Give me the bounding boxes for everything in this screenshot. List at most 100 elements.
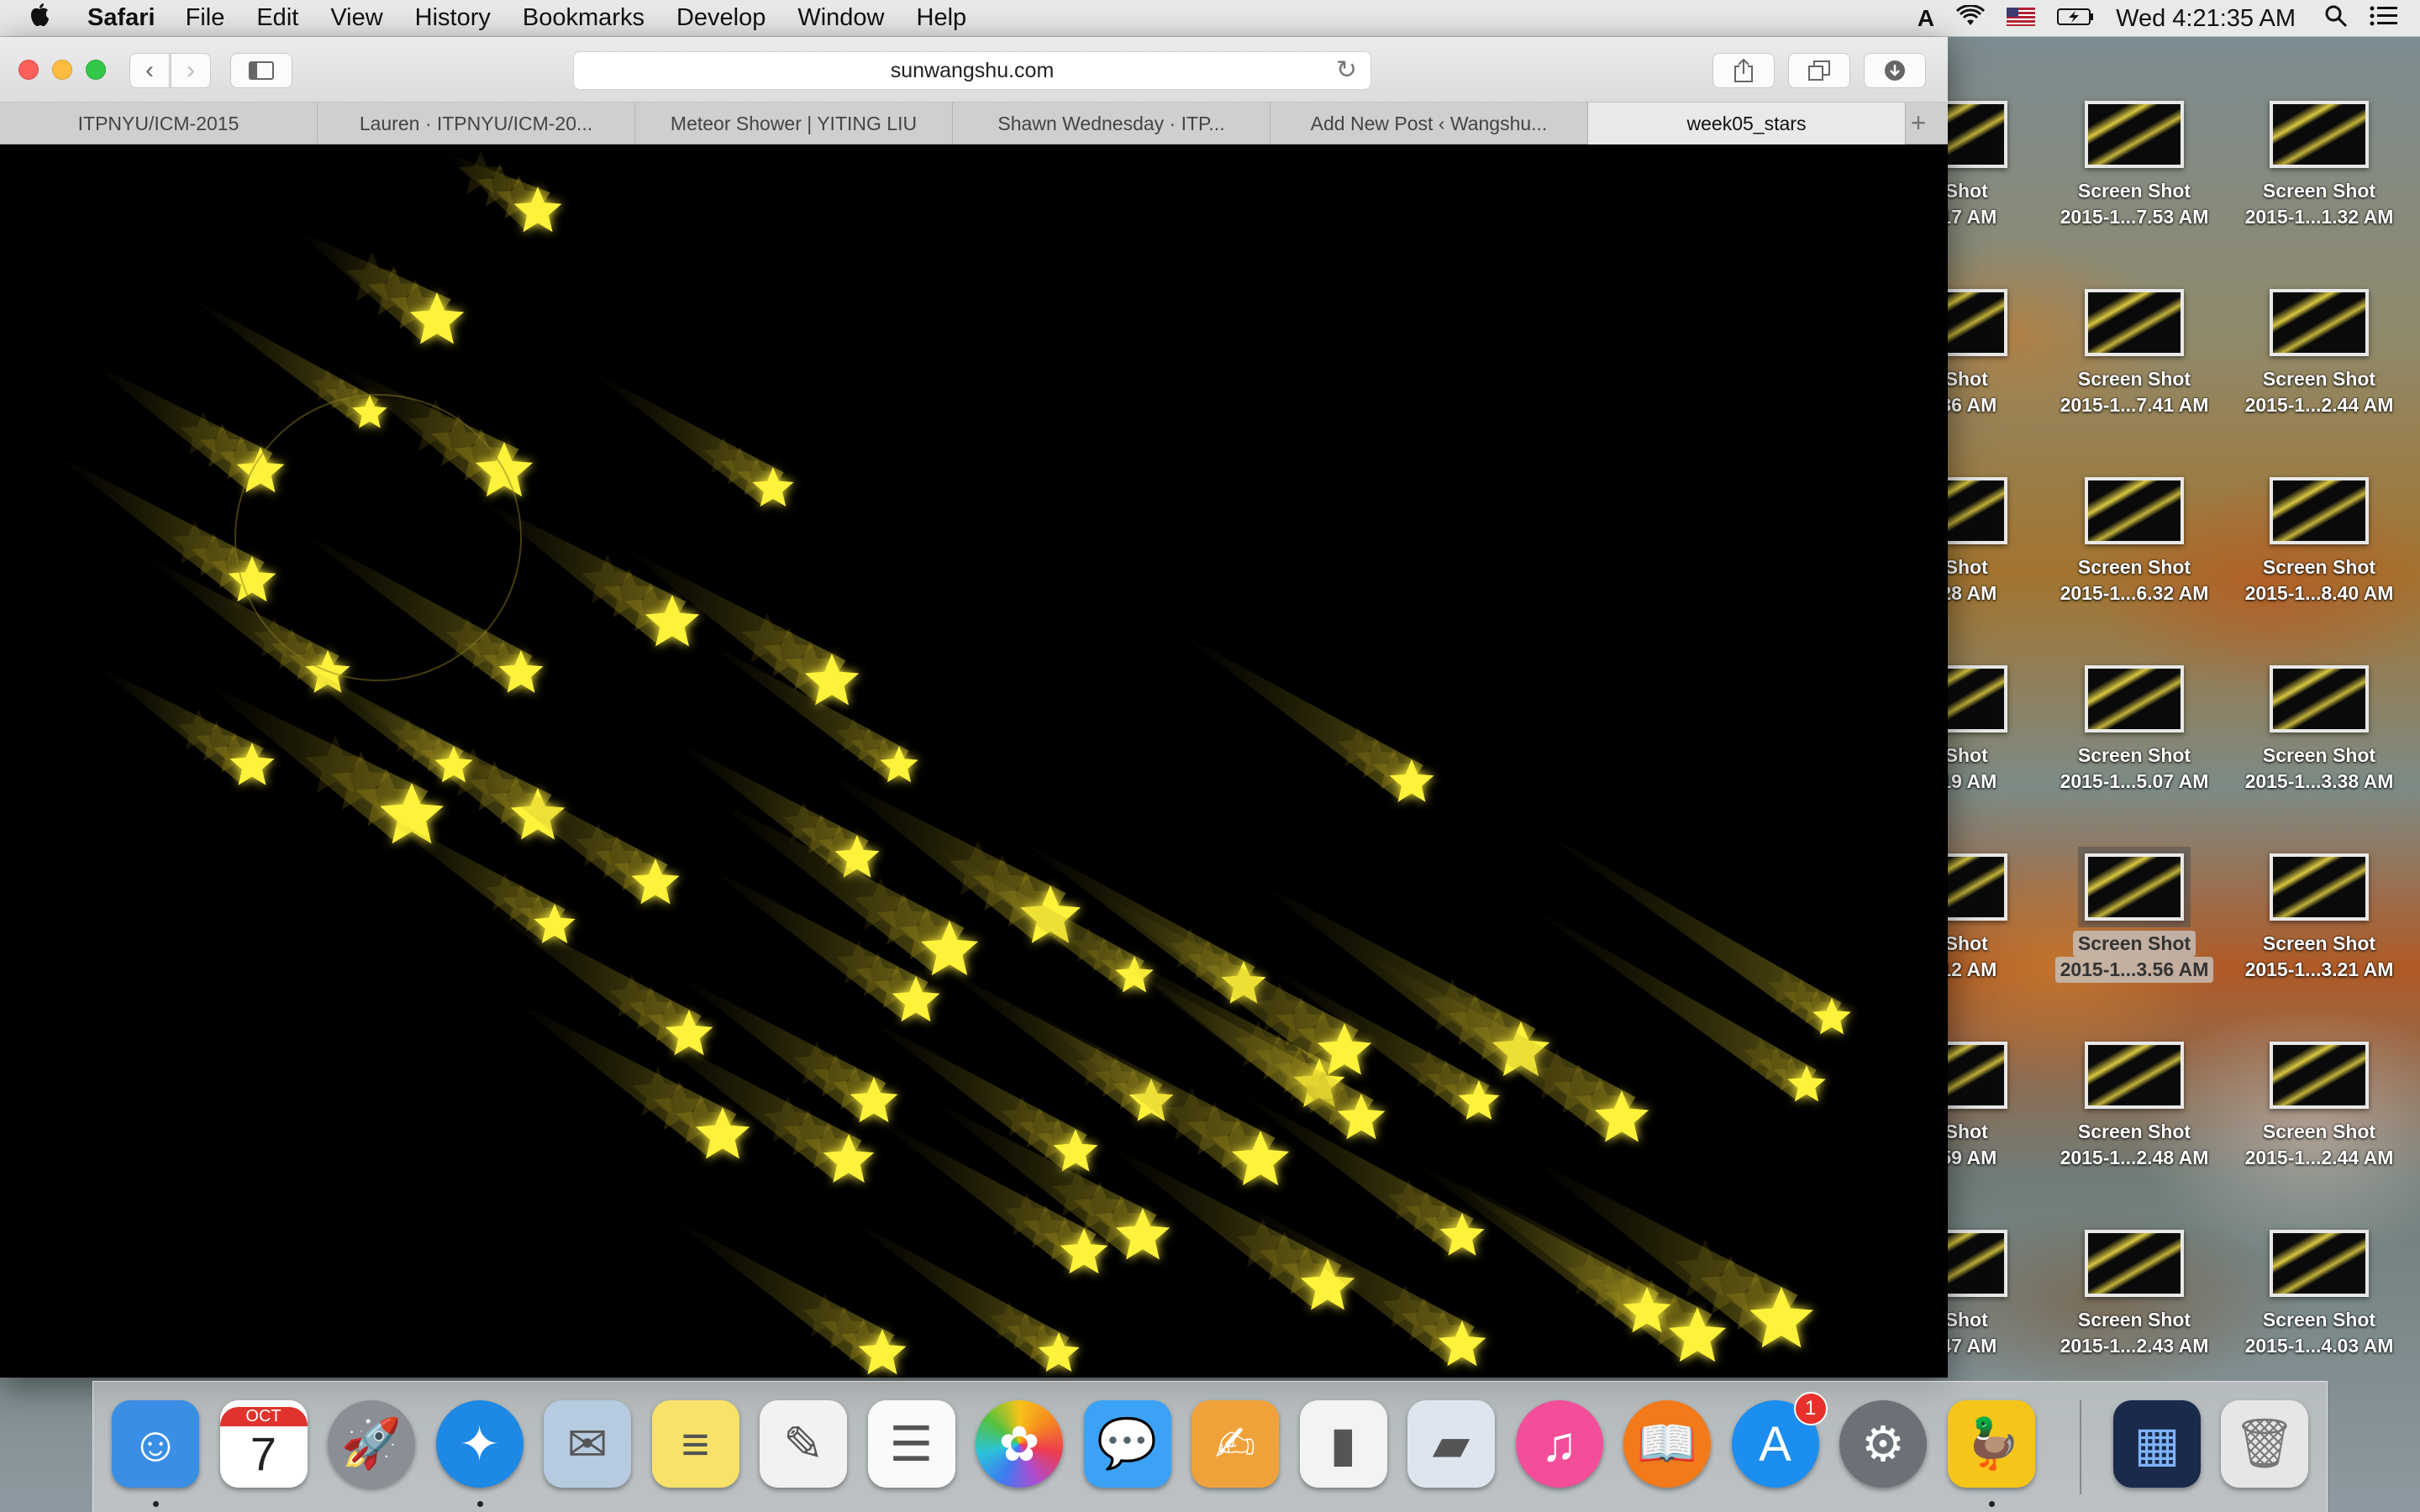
us-flag-icon[interactable] <box>2007 5 2036 32</box>
menu-view[interactable]: View <box>330 4 382 32</box>
file-name-line-1: Screen Shot <box>2077 744 2191 766</box>
desktop-screenshot-file[interactable]: Screen Shot 2015-1...5.07 AM <box>2042 630 2227 798</box>
spotlight-search-icon[interactable] <box>2324 4 2348 34</box>
running-indicator <box>476 1501 483 1507</box>
screenshot-thumbnail <box>2085 289 2184 356</box>
file-name-line-1: Screen Shot <box>2262 744 2376 766</box>
system-preferences-icon[interactable]: ⚙ <box>1839 1400 1927 1488</box>
show-all-tabs-button[interactable] <box>1788 53 1850 88</box>
tab-6-active[interactable]: week05_stars <box>1588 102 1906 144</box>
file-name-line-2: 2015-1...6.32 AM <box>2060 582 2209 604</box>
file-name-line-2: 2015-1...2.43 AM <box>2060 1335 2209 1357</box>
safari-icon[interactable]: ✦ <box>435 1400 523 1488</box>
desktop-screenshot-file[interactable]: Screen Shot 2015-1...8.40 AM <box>2227 442 2412 610</box>
sidebar-toggle-button[interactable] <box>230 53 292 88</box>
notification-center-icon[interactable] <box>2370 5 2398 33</box>
finder-icon[interactable]: ☺ <box>112 1400 199 1488</box>
desktop-screenshot-file[interactable]: Screen Shot 2015-1...7.53 AM <box>2042 66 2227 234</box>
itunes-icon[interactable]: ♫ <box>1515 1400 1603 1488</box>
menu-file[interactable]: File <box>186 4 225 32</box>
dock-separator <box>2080 1400 2081 1494</box>
chevron-right-icon: › <box>187 56 195 84</box>
menu-app-name[interactable]: Safari <box>87 4 155 32</box>
page-content[interactable] <box>0 144 1948 1378</box>
zoom-window-button[interactable] <box>86 60 106 80</box>
reminders-icon[interactable]: ☰ <box>867 1400 955 1488</box>
desktop-screenshot-file[interactable]: Screen Shot 2015-1...7.41 AM <box>2042 254 2227 422</box>
battery-icon[interactable] <box>2057 5 2094 32</box>
reload-icon[interactable]: ↻ <box>1336 55 1357 85</box>
file-name-line-2: 2015-1...2.44 AM <box>2244 394 2394 416</box>
calendar-icon[interactable]: OCT 7 <box>219 1400 308 1488</box>
wifi-icon[interactable] <box>1956 3 1986 33</box>
desktop-screenshot-file[interactable]: Screen Shot 2015-1...6.32 AM <box>2042 442 2227 610</box>
tab-3[interactable]: Meteor Shower | YITING LIU <box>635 102 953 144</box>
desktop-screenshot-file[interactable]: Screen Shot 2015-1...2.44 AM <box>2227 1006 2412 1174</box>
desktop-screenshot-file[interactable]: Screen Shot 2015-1...2.43 AM <box>2042 1194 2227 1362</box>
desktop-screenshot-file[interactable]: Screen Shot 2015-1...4.03 AM <box>2227 1194 2412 1362</box>
textedit-icon[interactable]: ✎ <box>760 1400 847 1488</box>
desktop-screenshot-file[interactable]: Screen Shot 2015-1...1.32 AM <box>2227 66 2412 234</box>
menu-clock[interactable]: Wed 4:21:35 AM <box>2116 5 2296 33</box>
thumbnail-stars-preview <box>2273 1233 2365 1294</box>
tab-4[interactable]: Shawn Wednesday · ITP... <box>953 102 1270 144</box>
desktop-screenshot-file[interactable]: Screen Shot 2015-1...3.38 AM <box>2227 630 2412 798</box>
menu-help[interactable]: Help <box>917 4 967 32</box>
menu-bar: Safari File Edit View History Bookmarks … <box>0 0 2420 37</box>
pages-icon[interactable]: ✍ <box>1192 1400 1279 1488</box>
file-name-line-2: 2015-1...7.41 AM <box>2060 394 2209 416</box>
share-button[interactable] <box>1712 53 1775 88</box>
ibooks-icon[interactable]: 📖 <box>1623 1400 1711 1488</box>
file-name-line-1: Screen Shot <box>2262 932 2376 954</box>
tab-bar: ITPNYU/ICM-2015 Lauren · ITPNYU/ICM-20..… <box>0 102 1948 144</box>
thumbnail-stars-preview <box>2088 669 2181 729</box>
running-indicator <box>153 1501 159 1507</box>
screenshot-thumbnail <box>2085 477 2184 544</box>
tab-1[interactable]: ITPNYU/ICM-2015 <box>0 102 318 144</box>
file-name-line-1: Screen Shot <box>2072 931 2196 957</box>
file-name-line-1: Screen Shot <box>2262 180 2376 202</box>
thumbnail-stars-preview <box>2273 480 2365 541</box>
apple-logo-icon[interactable] <box>29 3 71 34</box>
desktop-screenshot-file[interactable]: Screen Shot 2015-1...2.48 AM <box>2042 1006 2227 1174</box>
file-name-line-1: Screen Shot <box>2077 1309 2191 1331</box>
photos-icon[interactable]: ✿ <box>976 1400 1063 1488</box>
thumbnail-stars-preview <box>2088 857 2181 917</box>
mail-icon[interactable]: ✉ <box>544 1400 631 1488</box>
forward-button[interactable]: › <box>171 53 211 88</box>
file-name-line-2: 2015-1...5.07 AM <box>2060 770 2209 792</box>
desktop-screenshot-file[interactable]: Screen Shot 2015-1...2.44 AM <box>2227 254 2412 422</box>
url-text: sunwangshu.com <box>890 58 1055 82</box>
numbers-icon[interactable]: ▮ <box>1299 1400 1387 1488</box>
tab-5[interactable]: Add New Post ‹ Wangshu... <box>1270 102 1588 144</box>
tab-2[interactable]: Lauren · ITPNYU/ICM-20... <box>318 102 635 144</box>
downloads-button[interactable] <box>1864 53 1926 88</box>
back-button[interactable]: ‹ <box>129 53 170 88</box>
desktop-screenshot-file[interactable]: Screen Shot 2015-1...3.56 AM <box>2042 818 2227 986</box>
address-bar[interactable]: sunwangshu.com ↻ <box>573 51 1371 90</box>
documents-stack-icon[interactable]: ▦ <box>2113 1400 2201 1488</box>
messages-icon[interactable]: 💬 <box>1083 1400 1171 1488</box>
menu-history[interactable]: History <box>415 4 491 32</box>
share-icon <box>1734 58 1753 82</box>
trash-icon[interactable]: 🗑 <box>2221 1400 2308 1488</box>
keynote-icon[interactable]: ▰ <box>1407 1400 1495 1488</box>
notes-icon[interactable]: ≡ <box>651 1400 739 1488</box>
desktop-screenshot-file[interactable]: Screen Shot 2015-1...3.21 AM <box>2227 818 2412 986</box>
star-animation-canvas[interactable] <box>0 144 1948 1378</box>
file-name-line-1: Screen Shot <box>2262 1121 2376 1142</box>
file-name-line-2: 2015-1...7.53 AM <box>2060 206 2209 228</box>
cyberduck-icon[interactable]: 🦆 <box>1947 1400 2035 1488</box>
thumbnail-stars-preview <box>2273 292 2365 353</box>
menu-bookmarks[interactable]: Bookmarks <box>523 4 644 32</box>
shooting-stars <box>54 150 1851 1375</box>
menu-window[interactable]: Window <box>797 4 884 32</box>
new-tab-button[interactable]: + <box>1906 102 1931 144</box>
menu-develop[interactable]: Develop <box>676 4 765 32</box>
minimize-window-button[interactable] <box>52 60 72 80</box>
launchpad-icon[interactable]: 🚀 <box>328 1400 415 1488</box>
adobe-icon[interactable]: A <box>1918 5 1934 32</box>
close-window-button[interactable] <box>18 60 39 80</box>
file-name-line-1: Screen Shot <box>2262 556 2376 578</box>
menu-edit[interactable]: Edit <box>256 4 298 32</box>
